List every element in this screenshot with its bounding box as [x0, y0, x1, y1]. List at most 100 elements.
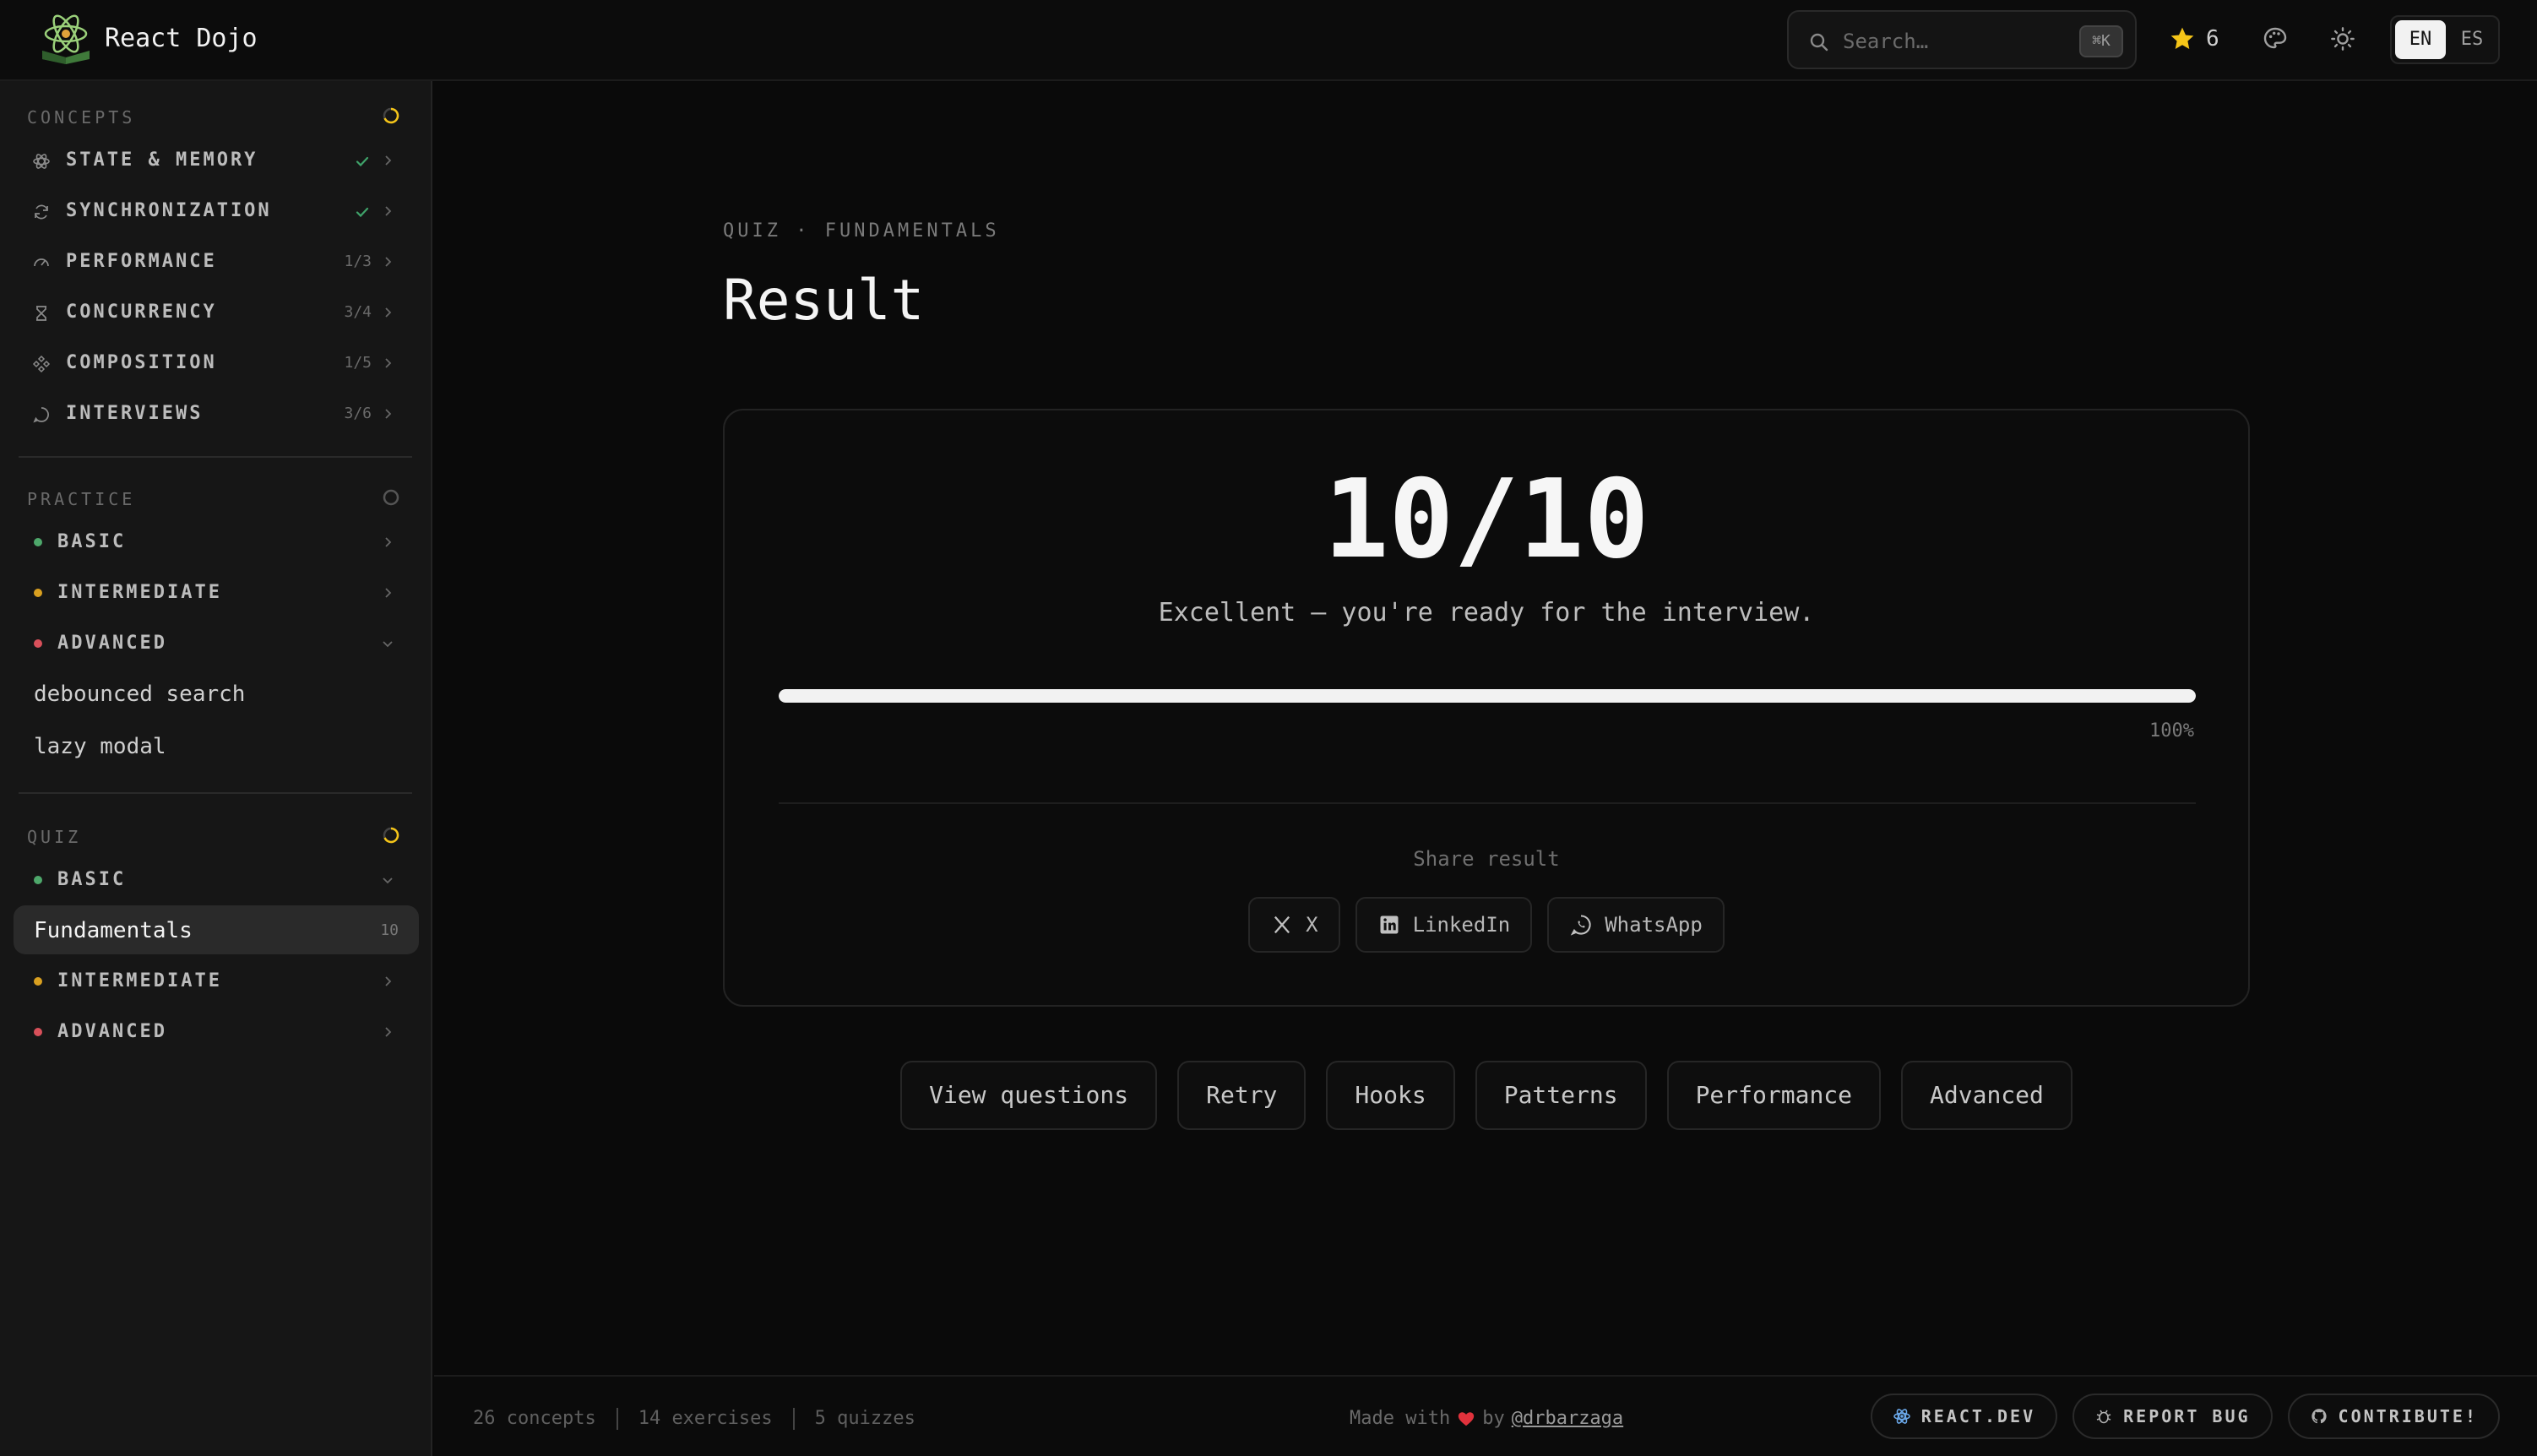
score-progress-fill	[779, 689, 2196, 703]
sidebar: CONCEPTS STATE & MEMORY SYNCHRONIZATION …	[0, 81, 432, 1456]
sidebar-item-performance[interactable]: PERFORMANCE 1/3	[14, 238, 419, 285]
language-es-button[interactable]: ES	[2447, 20, 2496, 59]
github-icon	[2310, 1407, 2328, 1426]
sidebar-item-count: 3/6	[344, 405, 372, 422]
search-input[interactable]: Search… ⌘K	[1787, 10, 2137, 69]
share-button-label: LinkedIn	[1412, 913, 1511, 937]
sidebar-item-practice-advanced[interactable]: ADVANCED	[14, 620, 419, 667]
sidebar-item-count: 3/4	[344, 303, 372, 321]
sidebar-item-state-memory[interactable]: STATE & MEMORY	[14, 137, 419, 184]
quizzes-count: 5 quizzes	[814, 1408, 915, 1429]
result-card: 10/10 Excellent — you're ready for the i…	[723, 409, 2250, 1007]
check-icon	[353, 152, 372, 171]
sidebar-item-label: INTERMEDIATE	[57, 582, 222, 603]
language-switcher: EN ES	[2390, 15, 2500, 64]
sidebar-subitem-debounced-search[interactable]: debounced search	[14, 669, 419, 718]
whatsapp-icon	[1569, 913, 1593, 937]
language-en-button[interactable]: EN	[2395, 20, 2446, 59]
chat-icon	[32, 405, 51, 424]
footer-link-label: REACT.DEV	[1920, 1406, 2036, 1426]
author-link[interactable]: @drbarzaga	[1512, 1407, 1623, 1431]
view-questions-button[interactable]: View questions	[900, 1061, 1158, 1130]
share-label: Share result	[1413, 847, 1560, 871]
sidebar-item-quiz-intermediate[interactable]: INTERMEDIATE	[14, 958, 419, 1005]
react-dev-link[interactable]: REACT.DEV	[1870, 1394, 2058, 1439]
sidebar-item-label: BASIC	[57, 869, 127, 890]
sidebar-item-quiz-basic[interactable]: BASIC	[14, 856, 419, 904]
footer-link-label: REPORT BUG	[2123, 1406, 2251, 1426]
chevron-down-icon	[380, 872, 395, 888]
progress-ring-icon	[382, 826, 400, 845]
score-progress-label: 100%	[2149, 720, 2194, 742]
sidebar-item-label: SYNCHRONIZATION	[66, 200, 272, 221]
sidebar-subitem-label: Fundamentals	[34, 918, 193, 943]
sidebar-item-practice-basic[interactable]: BASIC	[14, 519, 419, 566]
chevron-right-icon	[380, 305, 395, 320]
react-dojo-logo-icon[interactable]	[37, 12, 95, 66]
chevron-right-icon	[380, 153, 395, 168]
sidebar-item-interviews[interactable]: INTERVIEWS 3/6	[14, 390, 419, 437]
palette-icon[interactable]	[2262, 25, 2289, 52]
sidebar-subitem-count: 10	[380, 921, 399, 939]
result-actions: View questions Retry Hooks Patterns Perf…	[723, 1061, 2250, 1130]
advanced-button[interactable]: Advanced	[1901, 1061, 2073, 1130]
sidebar-item-synchronization[interactable]: SYNCHRONIZATION	[14, 187, 419, 235]
footer-stats: 26 concepts 14 exercises 5 quizzes	[473, 1407, 915, 1431]
chevron-right-icon	[380, 254, 395, 269]
sidebar-divider	[19, 792, 412, 794]
atom-icon	[32, 152, 51, 171]
linkedin-icon	[1377, 913, 1401, 937]
sidebar-item-quiz-advanced[interactable]: ADVANCED	[14, 1008, 419, 1056]
chevron-right-icon	[380, 585, 395, 600]
sidebar-item-count: 1/5	[344, 354, 372, 372]
sun-icon[interactable]	[2329, 25, 2356, 52]
react-atom-icon	[1893, 1407, 1911, 1426]
share-buttons: X LinkedIn WhatsApp	[725, 897, 2248, 953]
sidebar-item-label: CONCURRENCY	[66, 302, 217, 323]
report-bug-link[interactable]: REPORT BUG	[2073, 1394, 2273, 1439]
stats-separator	[792, 1408, 795, 1430]
quiz-section-title: QUIZ	[27, 827, 82, 847]
hooks-button[interactable]: Hooks	[1326, 1061, 1455, 1130]
performance-button[interactable]: Performance	[1666, 1061, 1882, 1130]
sidebar-item-concurrency[interactable]: CONCURRENCY 3/4	[14, 289, 419, 336]
check-icon	[353, 203, 372, 221]
status-dot	[34, 876, 42, 884]
star-count: 6	[2206, 26, 2219, 52]
sidebar-item-label: STATE & MEMORY	[66, 149, 258, 171]
sidebar-item-label: BASIC	[57, 531, 127, 552]
sync-icon	[32, 203, 51, 221]
patterns-button[interactable]: Patterns	[1475, 1061, 1647, 1130]
sidebar-subitem-lazy-modal[interactable]: lazy modal	[14, 721, 419, 770]
contribute-link[interactable]: CONTRIBUTE!	[2287, 1394, 2500, 1439]
chevron-right-icon	[380, 406, 395, 421]
share-button-label: WhatsApp	[1605, 913, 1703, 937]
score-progress-bar	[779, 689, 2196, 703]
search-icon	[1809, 32, 1829, 52]
app-title[interactable]: React Dojo	[105, 22, 258, 56]
sidebar-divider	[19, 456, 412, 458]
retry-button[interactable]: Retry	[1177, 1061, 1307, 1130]
x-logo-icon	[1270, 913, 1294, 937]
sidebar-subitem-fundamentals[interactable]: Fundamentals 10	[14, 905, 419, 954]
hourglass-icon	[32, 304, 51, 323]
sidebar-subitem-label: lazy modal	[34, 734, 166, 759]
score-value: 10/10	[1323, 457, 1649, 583]
bug-icon	[2094, 1407, 2113, 1426]
status-dot	[34, 538, 42, 546]
footer-link-label: CONTRIBUTE!	[2338, 1406, 2478, 1426]
footer: 26 concepts 14 exercises 5 quizzes Made …	[434, 1375, 2537, 1456]
share-whatsapp-button[interactable]: WhatsApp	[1547, 897, 1725, 953]
chevron-down-icon	[380, 636, 395, 651]
top-bar: React Dojo Search… ⌘K 6 EN ES	[0, 0, 2537, 81]
chevron-right-icon	[380, 974, 395, 989]
sidebar-item-label: INTERMEDIATE	[57, 970, 222, 991]
made-with-credit: Made with by @drbarzaga	[1350, 1407, 1623, 1431]
status-dot	[34, 1028, 42, 1036]
share-linkedin-button[interactable]: LinkedIn	[1355, 897, 1533, 953]
sidebar-item-label: INTERVIEWS	[66, 403, 204, 424]
sidebar-item-composition[interactable]: COMPOSITION 1/5	[14, 340, 419, 387]
by-text: by	[1482, 1408, 1505, 1429]
share-x-button[interactable]: X	[1248, 897, 1340, 953]
sidebar-item-practice-intermediate[interactable]: INTERMEDIATE	[14, 569, 419, 617]
